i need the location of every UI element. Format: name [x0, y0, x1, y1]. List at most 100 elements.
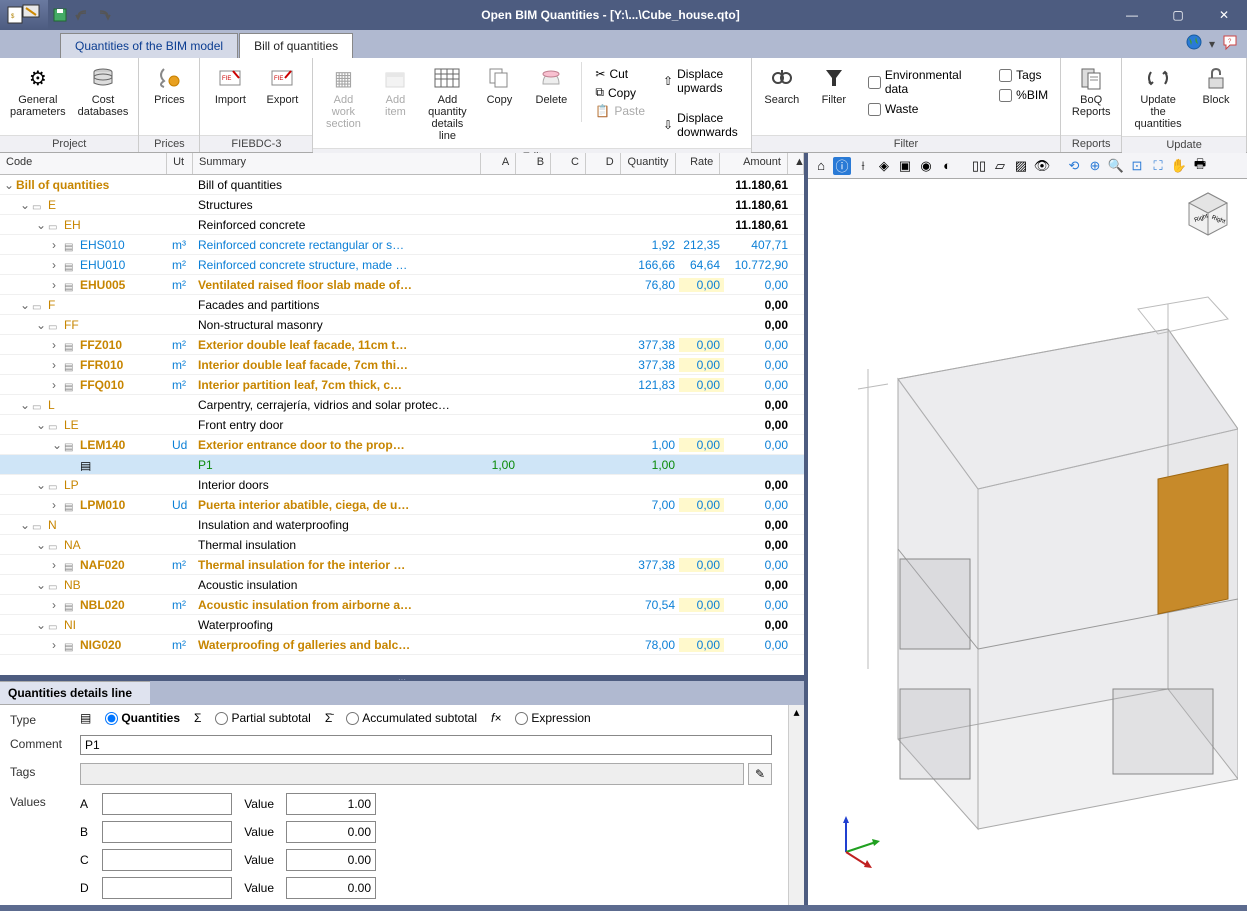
expander-icon[interactable]: ⌄ [36, 578, 48, 592]
radio-expression[interactable]: Expression [515, 711, 590, 725]
shadow-icon[interactable]: ◐ [938, 157, 956, 175]
expander-icon[interactable]: › [52, 638, 64, 652]
3d-viewport[interactable]: RightRight [808, 179, 1247, 905]
tree-row[interactable]: ›NIG020m²Waterproofing of galleries and … [0, 635, 804, 655]
rotate-icon[interactable]: ⊕ [1086, 157, 1104, 175]
maximize-button[interactable]: ▢ [1155, 0, 1201, 30]
search-button[interactable]: Search [758, 62, 806, 108]
close-button[interactable]: ✕ [1201, 0, 1247, 30]
tab-boq[interactable]: Bill of quantities [239, 33, 353, 58]
add-item-button[interactable]: Additem [371, 62, 419, 120]
boq-reports-button[interactable]: BoQReports [1067, 62, 1115, 120]
tree-row[interactable]: ⌄NAThermal insulation0,00 [0, 535, 804, 555]
radio-partial[interactable]: Partial subtotal [215, 711, 310, 725]
prices-button[interactable]: Prices [145, 62, 193, 108]
tree-row[interactable]: ›NAF020m²Thermal insulation for the inte… [0, 555, 804, 575]
person-icon[interactable]: ⟊ [854, 157, 872, 175]
tree-row[interactable]: ⌄FFNon-structural masonry0,00 [0, 315, 804, 335]
value-B-input[interactable] [102, 821, 232, 843]
split-icon[interactable]: ▯▯ [970, 157, 988, 175]
expander-icon[interactable]: › [52, 278, 64, 292]
tags-input[interactable] [80, 763, 744, 785]
value-B-value-input[interactable] [286, 821, 376, 843]
value-A-value-input[interactable] [286, 793, 376, 815]
app-icon[interactable]: $ [0, 0, 48, 30]
tree-row[interactable]: ›NBL020m²Acoustic insulation from airbor… [0, 595, 804, 615]
expander-icon[interactable]: › [52, 238, 64, 252]
tree-row[interactable]: ⌄LEFront entry door0,00 [0, 415, 804, 435]
expander-icon[interactable]: › [52, 338, 64, 352]
tree-row[interactable]: ⌄EStructures11.180,61 [0, 195, 804, 215]
tree-row[interactable]: ⌄NInsulation and waterproofing0,00 [0, 515, 804, 535]
bim-checkbox[interactable]: %BIM [999, 88, 1048, 102]
box-icon[interactable]: ▣ [896, 157, 914, 175]
expander-icon[interactable]: › [52, 378, 64, 392]
displace-up-button[interactable]: ⇧Displace upwards [660, 66, 741, 96]
value-D-value-input[interactable] [286, 877, 376, 899]
info-icon[interactable]: ⓘ [833, 157, 851, 175]
tree-row[interactable]: ⌄FFacades and partitions0,00 [0, 295, 804, 315]
expander-icon[interactable]: ⌄ [36, 538, 48, 552]
cut-mini-button[interactable]: ✂Cut [592, 66, 648, 82]
value-A-input[interactable] [102, 793, 232, 815]
copy-button[interactable]: Copy [475, 62, 523, 108]
expander-icon[interactable]: › [52, 258, 64, 272]
expander-icon[interactable]: › [52, 598, 64, 612]
expander-icon[interactable]: ⌄ [20, 398, 32, 412]
paste-mini-button[interactable]: 📋Paste [592, 103, 648, 119]
details-scrollbar[interactable]: ▴ [788, 705, 804, 905]
expander-icon[interactable]: ⌄ [20, 298, 32, 312]
expander-icon[interactable]: ⌄ [4, 178, 16, 192]
tree-row[interactable]: ›FFQ010m²Interior partition leaf, 7cm th… [0, 375, 804, 395]
expander-icon[interactable]: ⌄ [36, 478, 48, 492]
tree-row[interactable]: ›EHU010m²Reinforced concrete structure, … [0, 255, 804, 275]
cost-databases-button[interactable]: Costdatabases [74, 62, 133, 120]
section-icon[interactable]: ▨ [1012, 157, 1030, 175]
expander-icon[interactable]: › [52, 558, 64, 572]
import-button[interactable]: FIEImport [206, 62, 254, 108]
tree-row[interactable]: ›FFR010m²Interior double leaf facade, 7c… [0, 355, 804, 375]
tree-row[interactable]: ›EHU005m²Ventilated raised floor slab ma… [0, 275, 804, 295]
radio-quantities[interactable]: Quantities [105, 711, 180, 725]
waste-checkbox[interactable]: Waste [868, 102, 983, 116]
wireframe-icon[interactable]: ◉ [917, 157, 935, 175]
tree-row[interactable]: ⌄LCarpentry, cerrajería, vidrios and sol… [0, 395, 804, 415]
expander-icon[interactable]: ⌄ [36, 318, 48, 332]
tree-row[interactable]: ⌄LPInterior doors0,00 [0, 475, 804, 495]
tree-row[interactable]: ⌄Bill of quantitiesBill of quantities11.… [0, 175, 804, 195]
orbit-icon[interactable]: ⟲ [1065, 157, 1083, 175]
tree-row[interactable]: ›EHS010m³Reinforced concrete rectangular… [0, 235, 804, 255]
expander-icon[interactable]: ⌄ [36, 218, 48, 232]
tree-row[interactable]: ⌄LEM140UdExterior entrance door to the p… [0, 435, 804, 455]
add-quantity-line-button[interactable]: Add quantitydetails line [423, 62, 471, 144]
tree-row[interactable]: ⌄NBAcoustic insulation0,00 [0, 575, 804, 595]
expander-icon[interactable]: › [52, 498, 64, 512]
expander-icon[interactable]: ⌄ [52, 438, 64, 452]
zoom-window-icon[interactable]: ⊡ [1128, 157, 1146, 175]
tree-row[interactable]: ›FFZ010m²Exterior double leaf facade, 11… [0, 335, 804, 355]
copy-mini-button[interactable]: ⧉Copy [592, 84, 648, 101]
tags-edit-button[interactable]: ✎ [748, 763, 772, 785]
redo-icon[interactable] [96, 7, 112, 23]
tree-row[interactable]: ›LPM010UdPuerta interior abatible, ciega… [0, 495, 804, 515]
print-icon[interactable]: 🖶 [1191, 157, 1209, 175]
zoom-icon[interactable]: 🔍 [1107, 157, 1125, 175]
undo-icon[interactable] [74, 7, 90, 23]
save-icon[interactable] [52, 7, 68, 23]
boq-tree[interactable]: ⌄Bill of quantitiesBill of quantities11.… [0, 175, 804, 675]
help-icon[interactable]: ? [1221, 33, 1239, 54]
cube-icon[interactable]: ◈ [875, 157, 893, 175]
block-button[interactable]: Block [1192, 62, 1240, 108]
export-button[interactable]: FIEExport [258, 62, 306, 108]
delete-button[interactable]: Delete [527, 62, 575, 108]
general-parameters-button[interactable]: ⚙Generalparameters [6, 62, 70, 120]
value-D-input[interactable] [102, 877, 232, 899]
tree-row[interactable]: ⌄NIWaterproofing0,00 [0, 615, 804, 635]
tab-model[interactable]: Quantities of the BIM model [60, 33, 238, 58]
tree-row[interactable]: ▤P11,001,00 [0, 455, 804, 475]
tree-row[interactable]: ⌄EHReinforced concrete11.180,61 [0, 215, 804, 235]
home-icon[interactable]: ⌂ [812, 157, 830, 175]
comment-input[interactable] [80, 735, 772, 755]
expander-icon[interactable]: ⌄ [36, 418, 48, 432]
filter-button[interactable]: Filter [810, 62, 858, 108]
